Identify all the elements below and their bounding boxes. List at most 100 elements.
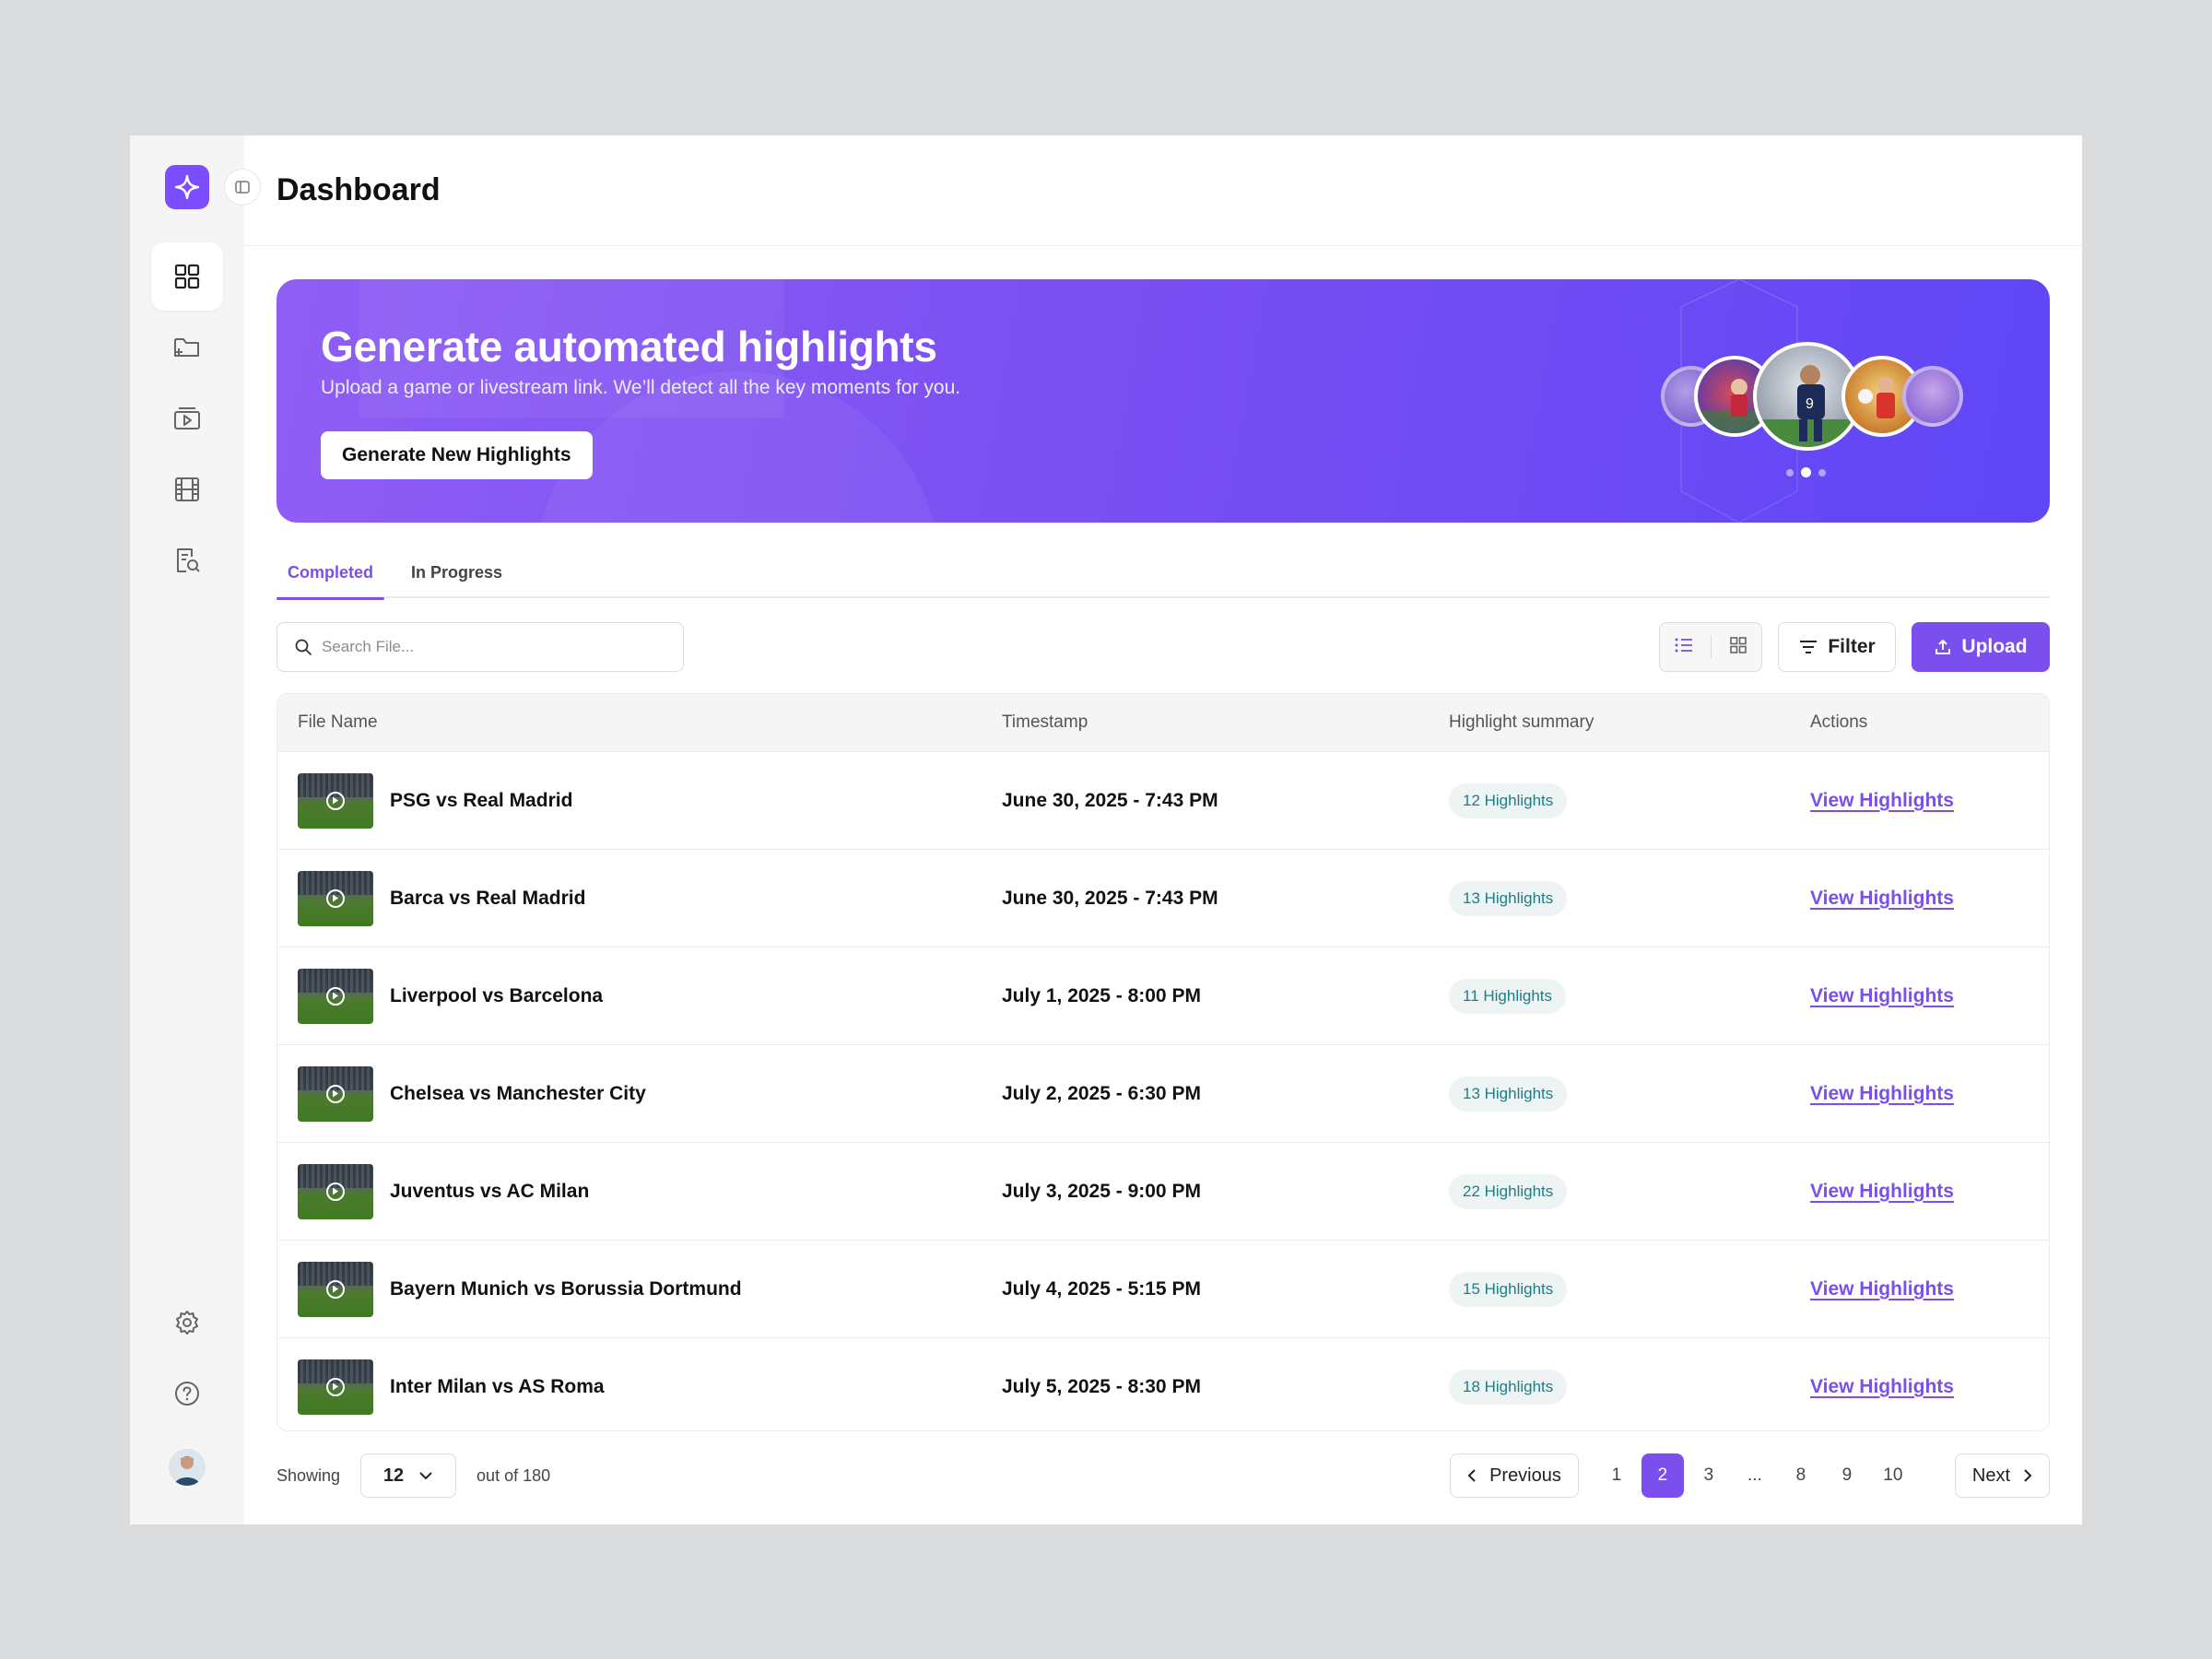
view-highlights-link[interactable]: View Highlights <box>1810 985 1954 1006</box>
video-thumbnail[interactable] <box>298 772 373 829</box>
actions-cell: View Highlights <box>1810 1376 2049 1398</box>
column-header-file-name[interactable]: File Name <box>277 712 1002 733</box>
actions-cell: View Highlights <box>1810 1083 2049 1105</box>
table-row[interactable]: Barca vs Real Madrid June 30, 2025 - 7:43… <box>277 849 2049 947</box>
video-thumbnail[interactable] <box>298 1065 373 1122</box>
page-number[interactable]: 1 <box>1595 1453 1638 1498</box>
highlight-count-badge: 18 Highlights <box>1449 1369 1568 1405</box>
actions-cell: View Highlights <box>1810 888 2049 910</box>
file-cell: Chelsea vs Manchester City <box>277 1065 1002 1122</box>
page-size-value: 12 <box>382 1465 405 1486</box>
timestamp-cell: July 1, 2025 - 8:00 PM <box>1002 985 1449 1007</box>
search-input[interactable] <box>322 638 672 656</box>
page-number-current[interactable]: 2 <box>1641 1453 1684 1498</box>
carousel-dot[interactable] <box>1786 468 1794 477</box>
total-label: out of 180 <box>477 1465 551 1485</box>
page-number[interactable]: 10 <box>1872 1453 1914 1498</box>
table-row[interactable]: Inter Milan vs AS Roma July 5, 2025 - 8:3… <box>277 1337 2049 1430</box>
play-icon <box>326 1279 345 1299</box>
pagination: Previous 1 2 3... 8 9 10 Next <box>1450 1453 2050 1498</box>
generate-highlights-button[interactable]: Generate New Highlights <box>321 431 593 479</box>
highlight-count-badge: 15 Highlights <box>1449 1271 1568 1307</box>
column-header-summary[interactable]: Highlight summary <box>1449 712 1810 733</box>
highlight-carousel[interactable]: 9 <box>1661 342 1965 451</box>
grid-view-button[interactable] <box>1729 636 1747 659</box>
file-name: Chelsea vs Manchester City <box>390 1082 646 1104</box>
page-numbers: 1 2 3... 8 9 10 <box>1595 1453 1918 1498</box>
video-thumbnail[interactable] <box>298 1163 373 1219</box>
next-page-button[interactable]: Next <box>1954 1453 2050 1498</box>
file-cell: Bayern Munich vs Borussia Dortmund <box>277 1261 1002 1317</box>
view-highlights-link[interactable]: View Highlights <box>1810 888 1954 909</box>
view-highlights-link[interactable]: View Highlights <box>1810 790 1954 811</box>
page-size-select[interactable]: 12 <box>360 1453 457 1498</box>
file-cell: Liverpool vs Barcelona <box>277 968 1002 1024</box>
sidebar-item-reports[interactable] <box>151 526 223 594</box>
page-number[interactable]: 3 <box>1688 1453 1730 1498</box>
document-search-icon <box>177 548 200 572</box>
table-row[interactable]: Bayern Munich vs Borussia Dortmund July 4… <box>277 1240 2049 1337</box>
sidebar-item-settings[interactable] <box>151 1288 223 1357</box>
filter-icon <box>1800 641 1818 653</box>
app-logo[interactable] <box>165 165 209 209</box>
top-bar: Dashboard <box>244 135 2082 246</box>
table-row[interactable]: Liverpool vs Barcelona July 1, 2025 - 8:0… <box>277 947 2049 1044</box>
list-view-button[interactable] <box>1674 636 1694 659</box>
grid-view-icon <box>1730 636 1747 653</box>
upload-label: Upload <box>1961 636 2028 657</box>
gear-icon <box>176 1311 198 1335</box>
sidebar-item-films[interactable] <box>151 455 223 524</box>
file-name: Inter Milan vs AS Roma <box>390 1375 605 1397</box>
sidebar-item-new-folder[interactable] <box>151 313 223 382</box>
actions-cell: View Highlights <box>1810 985 2049 1007</box>
tab-in-progress[interactable]: In Progress <box>400 547 513 598</box>
timestamp: July 3, 2025 - 9:00 PM <box>1002 1180 1201 1202</box>
summary-cell: 13 Highlights <box>1449 880 1810 916</box>
table-row[interactable]: PSG vs Real Madrid June 30, 2025 - 7:43 P… <box>277 751 2049 849</box>
column-header-timestamp[interactable]: Timestamp <box>1002 712 1449 733</box>
svg-text:9: 9 <box>1806 396 1814 412</box>
timestamp: July 5, 2025 - 8:30 PM <box>1002 1375 1201 1397</box>
view-highlights-link[interactable]: View Highlights <box>1810 1181 1954 1202</box>
summary-cell: 22 Highlights <box>1449 1173 1810 1209</box>
avatar[interactable] <box>169 1449 206 1486</box>
page-number[interactable]: 8 <box>1780 1453 1822 1498</box>
summary-cell: 18 Highlights <box>1449 1369 1810 1405</box>
play-icon <box>326 1182 345 1201</box>
view-highlights-link[interactable]: View Highlights <box>1810 1376 1954 1397</box>
carousel-thumb[interactable] <box>1902 366 1963 427</box>
status-tabs: Completed In Progress <box>276 547 2050 600</box>
video-thumbnail[interactable] <box>298 1261 373 1317</box>
table-row[interactable]: Chelsea vs Manchester City July 2, 2025 -… <box>277 1044 2049 1142</box>
sidebar-item-dashboard[interactable] <box>151 242 223 311</box>
filter-button[interactable]: Filter <box>1778 622 1896 672</box>
file-cell: Juventus vs AC Milan <box>277 1163 1002 1219</box>
previous-label: Previous <box>1489 1465 1561 1486</box>
sidebar-collapse-button[interactable] <box>224 169 261 206</box>
carousel-dot[interactable] <box>1818 468 1826 477</box>
carousel-dot-active[interactable] <box>1801 467 1811 477</box>
timestamp-cell: July 5, 2025 - 8:30 PM <box>1002 1376 1449 1398</box>
search-box <box>276 622 684 672</box>
view-highlights-link[interactable]: View Highlights <box>1810 1083 1954 1104</box>
highlights-banner: Generate automated highlights Upload a g… <box>276 279 2050 523</box>
view-highlights-link[interactable]: View Highlights <box>1810 1278 1954 1300</box>
table-header: File Name Timestamp Highlight summary Ac… <box>277 694 2049 751</box>
upload-button[interactable]: Upload <box>1912 622 2050 672</box>
column-header-actions: Actions <box>1810 712 1868 732</box>
tab-completed[interactable]: Completed <box>276 547 385 600</box>
sidebar-item-media[interactable] <box>151 384 223 453</box>
next-label: Next <box>1971 1465 2010 1486</box>
user-avatar-icon <box>169 1449 206 1486</box>
previous-page-button[interactable]: Previous <box>1450 1453 1579 1498</box>
film-icon <box>175 477 199 501</box>
video-thumbnail[interactable] <box>298 870 373 926</box>
summary-cell: 11 Highlights <box>1449 978 1810 1014</box>
page-number[interactable]: 9 <box>1826 1453 1868 1498</box>
file-name: Barca vs Real Madrid <box>390 887 586 909</box>
video-thumbnail[interactable] <box>298 1359 373 1415</box>
sidebar-item-help[interactable] <box>151 1359 223 1428</box>
video-thumbnail[interactable] <box>298 968 373 1024</box>
table-row[interactable]: Juventus vs AC Milan July 3, 2025 - 9:00 … <box>277 1142 2049 1240</box>
showing-label: Showing <box>276 1465 341 1485</box>
